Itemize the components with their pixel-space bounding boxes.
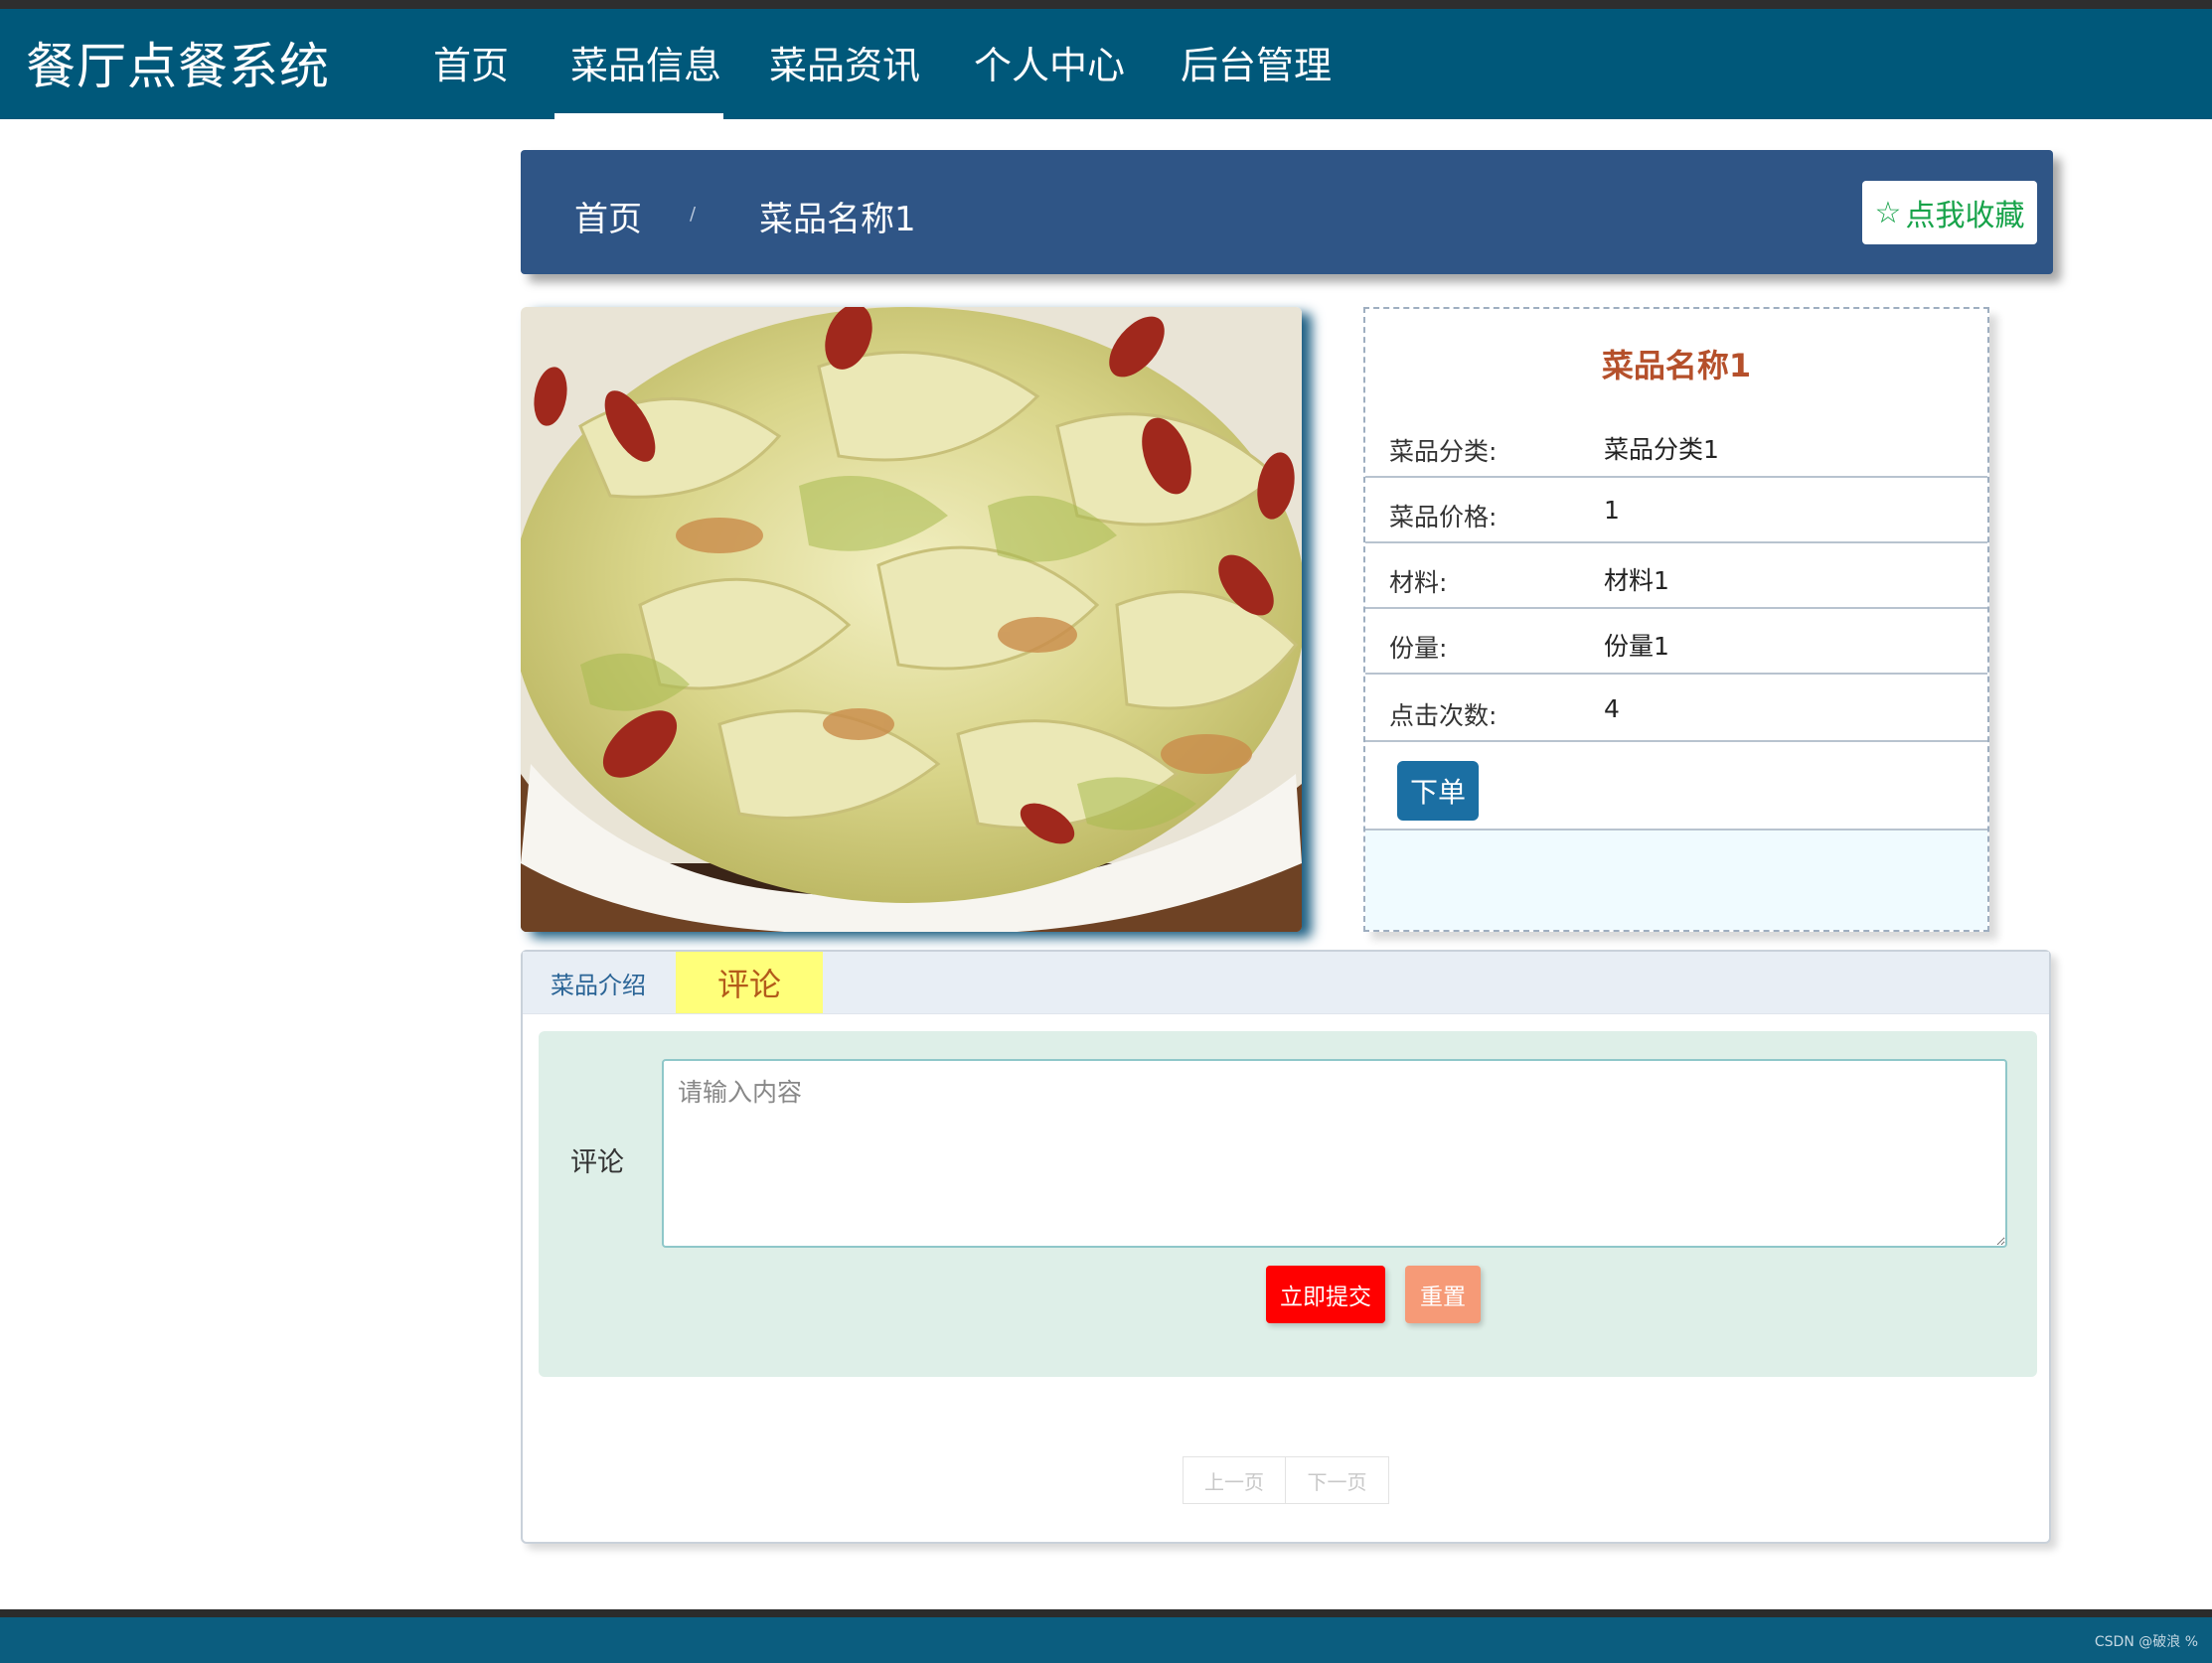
info-label: 菜品价格: bbox=[1389, 503, 1498, 531]
info-label: 材料: bbox=[1389, 568, 1448, 597]
breadcrumb-separator: / bbox=[690, 204, 697, 225]
site-title: 餐厅点餐系统 bbox=[26, 38, 330, 95]
info-row-price: 菜品价格: 1 bbox=[1365, 478, 1987, 543]
info-label: 点击次数: bbox=[1389, 701, 1498, 730]
nav-item-personal-center[interactable]: 个人中心 bbox=[974, 39, 1125, 92]
pagination: 上一页 下一页 bbox=[1183, 1456, 1389, 1504]
nav-item-home[interactable]: 首页 bbox=[433, 39, 509, 92]
info-row-portion: 份量: 份量1 bbox=[1365, 609, 1987, 675]
nav-item-dish-news[interactable]: 菜品资讯 bbox=[769, 39, 920, 92]
favorite-button[interactable]: ☆ 点我收藏 bbox=[1862, 181, 2037, 244]
tab-panel: 菜品介绍 评论 评论 立即提交 重置 上一页 下一页 bbox=[521, 950, 2051, 1544]
info-value: 1 bbox=[1604, 496, 1620, 525]
favorite-label: 点我收藏 bbox=[1905, 199, 2025, 233]
prev-page-button[interactable]: 上一页 bbox=[1183, 1456, 1286, 1504]
dish-name: 菜品名称1 bbox=[1601, 347, 1752, 384]
comment-form: 评论 立即提交 重置 bbox=[539, 1031, 2037, 1377]
watermark: CSDN @破浪 % bbox=[2094, 1634, 2198, 1650]
nav-active-indicator bbox=[554, 113, 723, 119]
info-value: 份量1 bbox=[1604, 632, 1669, 661]
nav-item-admin[interactable]: 后台管理 bbox=[1181, 39, 1332, 92]
info-row-clicks: 点击次数: 4 bbox=[1365, 677, 1987, 742]
info-label: 份量: bbox=[1389, 634, 1448, 663]
tab-dish-intro[interactable]: 菜品介绍 bbox=[551, 966, 646, 1000]
info-panel-footer bbox=[1365, 831, 1987, 930]
comment-input[interactable] bbox=[662, 1059, 2007, 1248]
footer-strip bbox=[0, 1609, 2212, 1617]
next-page-button[interactable]: 下一页 bbox=[1286, 1456, 1389, 1504]
dish-photo bbox=[521, 307, 1302, 932]
breadcrumb: 首页 / 菜品名称1 ☆ 点我收藏 bbox=[521, 150, 2053, 274]
info-value: 4 bbox=[1604, 694, 1620, 723]
navbar: 餐厅点餐系统 首页 菜品信息 菜品资讯 个人中心 后台管理 bbox=[0, 9, 2212, 119]
footer: CSDN @破浪 % bbox=[0, 1617, 2212, 1663]
tab-bar: 菜品介绍 评论 bbox=[523, 952, 2049, 1014]
info-value: 材料1 bbox=[1604, 566, 1669, 595]
top-strip bbox=[0, 0, 2212, 9]
comment-label: 评论 bbox=[570, 1147, 624, 1178]
reset-button[interactable]: 重置 bbox=[1405, 1266, 1481, 1323]
breadcrumb-home[interactable]: 首页 bbox=[574, 192, 642, 240]
dish-image bbox=[521, 307, 1302, 932]
star-outline-icon: ☆ bbox=[1874, 195, 1902, 230]
info-row-category: 菜品分类: 菜品分类1 bbox=[1365, 412, 1987, 478]
submit-button[interactable]: 立即提交 bbox=[1266, 1266, 1385, 1323]
order-row: 下单 bbox=[1365, 753, 1987, 831]
dish-info-panel: 菜品名称1 菜品分类: 菜品分类1 菜品价格: 1 材料: 材料1 份量: 份量… bbox=[1363, 307, 1989, 932]
info-row-ingredients: 材料: 材料1 bbox=[1365, 543, 1987, 609]
info-label: 菜品分类: bbox=[1389, 437, 1498, 466]
nav-item-dish-info[interactable]: 菜品信息 bbox=[570, 39, 721, 92]
info-value: 菜品分类1 bbox=[1604, 435, 1719, 464]
breadcrumb-current: 菜品名称1 bbox=[759, 200, 916, 239]
order-button[interactable]: 下单 bbox=[1397, 761, 1479, 821]
page-root: 餐厅点餐系统 首页 菜品信息 菜品资讯 个人中心 后台管理 首页 / 菜品名称1… bbox=[0, 0, 2212, 1663]
tab-comment[interactable]: 评论 bbox=[676, 952, 823, 1013]
